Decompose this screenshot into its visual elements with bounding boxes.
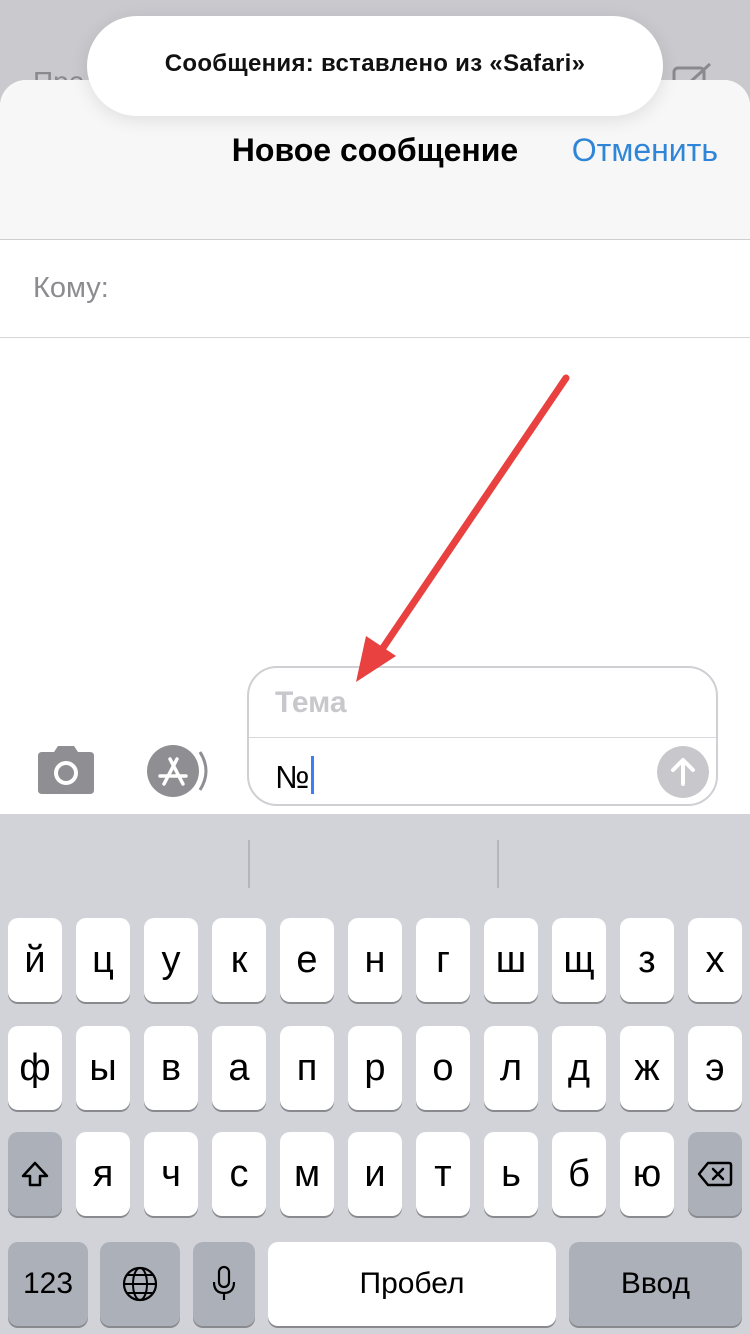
microphone-icon xyxy=(212,1265,236,1300)
text-caret xyxy=(311,756,315,794)
key[interactable]: ю xyxy=(620,1132,674,1216)
numbers-key[interactable]: 123 xyxy=(8,1242,88,1326)
key[interactable]: п xyxy=(280,1026,334,1110)
key[interactable]: н xyxy=(348,918,402,1002)
key[interactable]: к xyxy=(212,918,266,1002)
prediction-divider xyxy=(248,840,250,888)
key[interactable]: у xyxy=(144,918,198,1002)
key[interactable]: т xyxy=(416,1132,470,1216)
message-body-text: № xyxy=(275,756,315,796)
key[interactable]: ь xyxy=(484,1132,538,1216)
message-body-field[interactable]: № xyxy=(249,738,716,806)
globe-key[interactable] xyxy=(100,1242,180,1326)
camera-icon[interactable] xyxy=(34,744,98,796)
globe-icon xyxy=(122,1266,158,1302)
keyboard: й ц у к е н г ш щ з х ф ы в а п р о л д … xyxy=(0,814,750,1334)
shift-key[interactable] xyxy=(8,1132,62,1216)
paste-notification-text: Сообщения: вставлено из «Safari» xyxy=(164,50,586,77)
key[interactable]: ф xyxy=(8,1026,62,1110)
key[interactable]: б xyxy=(552,1132,606,1216)
recipient-field[interactable]: Кому: xyxy=(0,240,750,338)
key[interactable]: д xyxy=(552,1026,606,1110)
recipient-label: Кому: xyxy=(33,272,109,304)
key[interactable]: р xyxy=(348,1026,402,1110)
prediction-divider xyxy=(497,840,499,888)
key[interactable]: г xyxy=(416,918,470,1002)
key[interactable]: с xyxy=(212,1132,266,1216)
paste-notification: Сообщения: вставлено из «Safari» xyxy=(87,16,663,116)
backspace-key[interactable] xyxy=(688,1132,742,1216)
key[interactable]: щ xyxy=(552,918,606,1002)
key[interactable]: ж xyxy=(620,1026,674,1110)
key[interactable]: з xyxy=(620,918,674,1002)
message-body-value: № xyxy=(275,759,310,795)
key[interactable]: й xyxy=(8,918,62,1002)
key[interactable]: э xyxy=(688,1026,742,1110)
return-key[interactable]: Ввод xyxy=(569,1242,742,1326)
cancel-button[interactable]: Отменить xyxy=(572,132,718,169)
key[interactable]: ш xyxy=(484,918,538,1002)
key[interactable]: а xyxy=(212,1026,266,1110)
subject-placeholder: Тема xyxy=(275,686,347,719)
backspace-icon xyxy=(697,1161,733,1187)
dictation-key[interactable] xyxy=(193,1242,255,1326)
space-key[interactable]: Пробел xyxy=(268,1242,556,1326)
key[interactable]: о xyxy=(416,1026,470,1110)
key[interactable]: м xyxy=(280,1132,334,1216)
key[interactable]: я xyxy=(76,1132,130,1216)
shift-icon xyxy=(21,1161,49,1187)
arrow-up-icon[interactable] xyxy=(657,746,709,798)
key[interactable]: ч xyxy=(144,1132,198,1216)
subject-field[interactable]: Тема xyxy=(249,668,716,738)
key[interactable]: л xyxy=(484,1026,538,1110)
key[interactable]: ы xyxy=(76,1026,130,1110)
app-store-icon[interactable] xyxy=(140,744,214,798)
key[interactable]: и xyxy=(348,1132,402,1216)
key[interactable]: х xyxy=(688,918,742,1002)
key[interactable]: е xyxy=(280,918,334,1002)
key[interactable]: ц xyxy=(76,918,130,1002)
message-compose-box: Тема № xyxy=(247,666,718,806)
key[interactable]: в xyxy=(144,1026,198,1110)
